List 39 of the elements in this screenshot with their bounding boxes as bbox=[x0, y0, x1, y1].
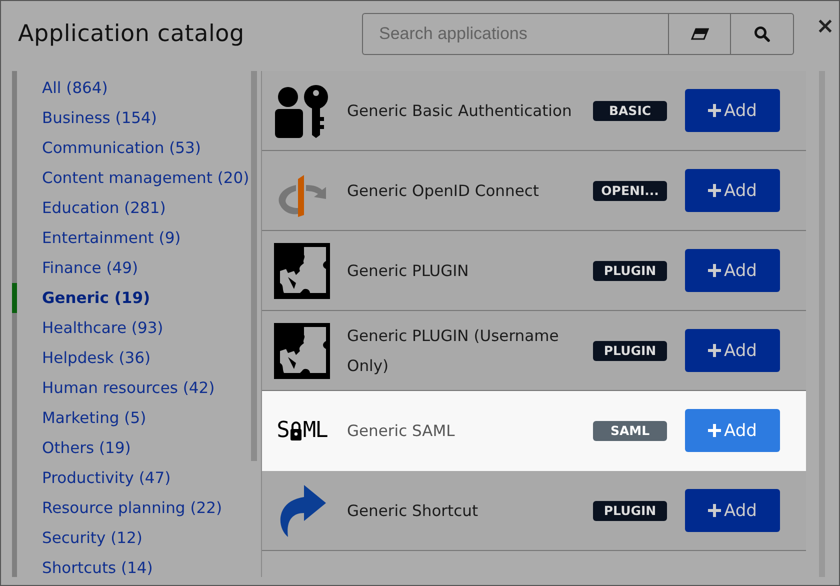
type-badge: PLUGIN bbox=[593, 260, 667, 280]
category-link[interactable]: Resource planning (22) bbox=[42, 499, 222, 517]
category-link[interactable]: All (864) bbox=[42, 79, 108, 97]
category-link[interactable]: Helpdesk (36) bbox=[42, 349, 151, 367]
category-link[interactable]: Communication (53) bbox=[42, 139, 201, 157]
type-badge: PLUGIN bbox=[593, 500, 667, 520]
type-badge: BASIC bbox=[593, 100, 667, 120]
app-name: Generic Shortcut bbox=[347, 500, 480, 522]
category-link[interactable]: Shortcuts (14) bbox=[42, 559, 153, 577]
app-name: Generic OpenID Connect bbox=[347, 180, 540, 202]
category-link[interactable]: Education (281) bbox=[42, 199, 166, 217]
add-button[interactable]: Add bbox=[685, 89, 780, 132]
category-link[interactable]: Human resources (42) bbox=[42, 379, 215, 397]
add-button[interactable]: Add bbox=[685, 489, 780, 532]
type-badge: SAML bbox=[593, 420, 667, 440]
type-badge: PLUGIN bbox=[593, 340, 667, 360]
add-button[interactable]: Add bbox=[685, 169, 780, 212]
category-link[interactable]: Marketing (5) bbox=[42, 409, 146, 427]
search-field[interactable]: Search applications bbox=[362, 13, 668, 55]
dialog-title: Application catalog bbox=[18, 21, 246, 47]
category-link[interactable]: Entertainment (9) bbox=[42, 229, 181, 247]
app-name: Generic SAML bbox=[347, 420, 456, 442]
category-link[interactable]: Security (12) bbox=[42, 529, 142, 547]
category-link[interactable]: Finance (49) bbox=[42, 259, 138, 277]
app-name: Generic PLUGIN (Username Only) bbox=[347, 326, 560, 376]
category-link[interactable]: Generic (19) bbox=[42, 289, 150, 307]
category-link[interactable]: Business (154) bbox=[42, 109, 157, 127]
type-badge: OPENI... bbox=[593, 180, 667, 200]
category-link[interactable]: Productivity (47) bbox=[42, 469, 171, 487]
category-link[interactable]: Content management (20) bbox=[42, 169, 250, 187]
app-name: Generic PLUGIN bbox=[347, 260, 470, 282]
add-button[interactable]: Add bbox=[685, 329, 780, 372]
app-name: Generic Basic Authentication bbox=[347, 100, 573, 122]
category-link[interactable]: Healthcare (93) bbox=[42, 319, 164, 337]
add-button[interactable]: Add bbox=[685, 249, 780, 292]
add-button[interactable]: Add bbox=[685, 409, 780, 452]
close-button[interactable]: × bbox=[812, 14, 838, 38]
saml-logo: S ML bbox=[276, 418, 328, 443]
category-link[interactable]: Others (19) bbox=[42, 439, 131, 457]
